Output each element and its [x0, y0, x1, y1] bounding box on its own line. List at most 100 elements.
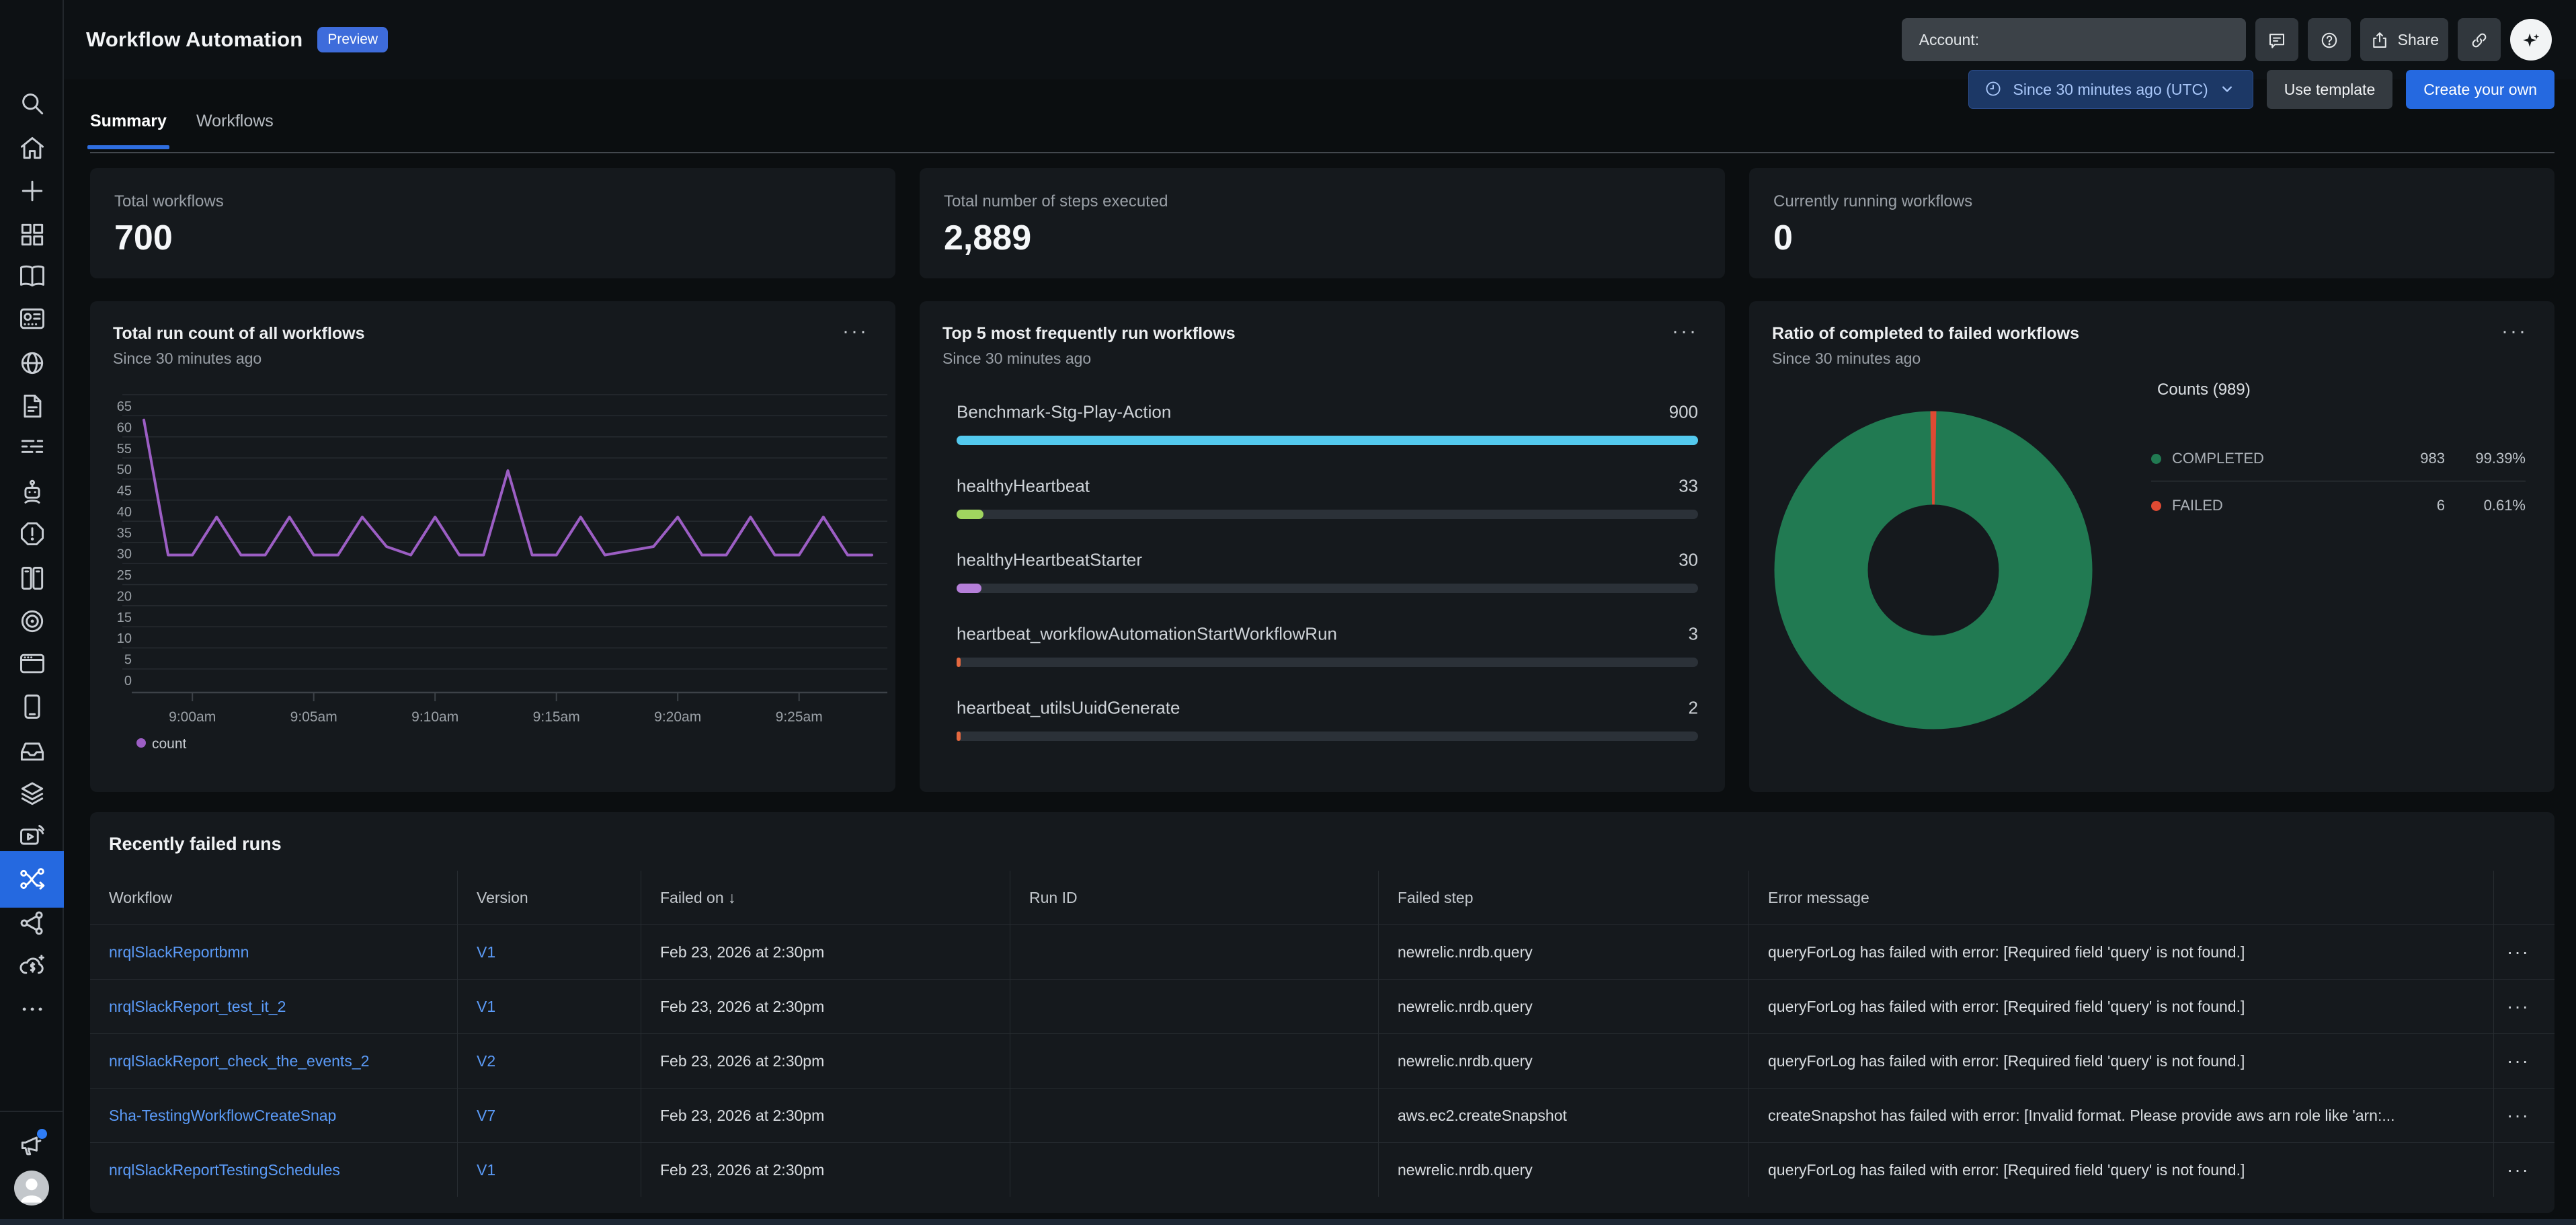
bottom-strip: [0, 1219, 2576, 1225]
failed-on-cell: Feb 23, 2026 at 2:30pm: [641, 1143, 1010, 1197]
ai-assistant-button[interactable]: [2510, 19, 2552, 61]
row-menu-button[interactable]: ···: [2494, 1034, 2554, 1088]
donut-legend-title: Counts (989): [2157, 381, 2251, 399]
legend-row-failed[interactable]: FAILED60.61%: [2151, 487, 2526, 524]
sidebar-item-entity-stack[interactable]: [0, 772, 64, 815]
column-header[interactable]: Workflow: [90, 871, 458, 924]
svg-text:0: 0: [124, 674, 132, 688]
bar-label: healthyHeartbeatStarter: [957, 550, 1142, 571]
tab-workflows[interactable]: Workflows: [196, 112, 274, 147]
failed-step-cell: newrelic.nrdb.query: [1379, 980, 1749, 1033]
run-id-cell: [1010, 1143, 1379, 1197]
sidebar-item-apps-grid[interactable]: [0, 213, 64, 256]
notification-dot: [37, 1129, 47, 1139]
sidebar-item-browse-globe[interactable]: [0, 342, 64, 385]
version-link[interactable]: V1: [477, 943, 495, 961]
sidebar-item-cloud-cost[interactable]: [0, 945, 64, 988]
tab-summary[interactable]: Summary: [90, 112, 167, 147]
bar-track: [957, 584, 1698, 593]
sort-desc-icon: ↓: [728, 889, 736, 906]
bar-label: heartbeat_utilsUuidGenerate: [957, 698, 1180, 719]
version-link[interactable]: V1: [477, 998, 495, 1015]
column-header[interactable]: Run ID: [1010, 871, 1379, 924]
failed-runs-card: Recently failed runs WorkflowVersionFail…: [90, 812, 2554, 1213]
failed-on-cell: Feb 23, 2026 at 2:30pm: [641, 1034, 1010, 1088]
failed-on-cell: Feb 23, 2026 at 2:30pm: [641, 925, 1010, 979]
account-selector[interactable]: Account:: [1902, 18, 2246, 61]
version-link[interactable]: V7: [477, 1107, 495, 1124]
sidebar-item-ai-assistant[interactable]: [0, 470, 64, 513]
page-title: Workflow Automation: [86, 28, 303, 52]
legend-percent: 99.39%: [2445, 450, 2526, 467]
sidebar-item-documents[interactable]: [0, 385, 64, 428]
account-label: Account:: [1919, 31, 1980, 49]
sidebar-item-workflow-automation[interactable]: [0, 851, 64, 908]
failed-step-cell: newrelic.nrdb.query: [1379, 1143, 1749, 1197]
sidebar-item-apm[interactable]: [0, 600, 64, 643]
workflow-link[interactable]: nrqlSlackReport_check_the_events_2: [109, 1052, 369, 1070]
row-menu-button[interactable]: ···: [2494, 1089, 2554, 1142]
sidebar-item-home[interactable]: [0, 126, 64, 169]
svg-text:9:00am: 9:00am: [169, 709, 216, 725]
donut-chart-card: Ratio of completed to failed workflows S…: [1749, 301, 2554, 792]
sidebar-item-alerts[interactable]: [0, 512, 64, 555]
legend-label: COMPLETED: [2172, 450, 2378, 467]
feedback-button[interactable]: [2255, 18, 2298, 61]
card-menu-button[interactable]: ···: [1672, 320, 1698, 343]
run-id-cell: [1010, 1034, 1379, 1088]
sidebar-item-service-map[interactable]: [0, 902, 64, 945]
legend-row-completed[interactable]: COMPLETED98399.39%: [2151, 440, 2526, 477]
copy-link-button[interactable]: [2458, 18, 2501, 61]
workflow-link[interactable]: nrqlSlackReport_test_it_2: [109, 998, 286, 1015]
column-header[interactable]: Error message: [1749, 871, 2494, 924]
row-menu-button[interactable]: ···: [2494, 980, 2554, 1033]
stat-label: Currently running workflows: [1773, 192, 1972, 211]
version-link[interactable]: V2: [477, 1052, 495, 1070]
use-template-button[interactable]: Use template: [2267, 70, 2393, 109]
create-your-own-button[interactable]: Create your own: [2406, 70, 2554, 109]
legend-percent: 0.61%: [2445, 497, 2526, 514]
column-header[interactable]: Version: [458, 871, 641, 924]
sidebar-item-logs[interactable]: [0, 426, 64, 469]
sidebar-item-inbox[interactable]: [0, 729, 64, 773]
sidebar-item-docs-book[interactable]: [0, 255, 64, 298]
user-avatar[interactable]: [14, 1171, 49, 1206]
column-header[interactable]: Failed on ↓: [641, 871, 1010, 924]
bar-value: 2: [1689, 698, 1698, 719]
svg-text:45: 45: [117, 484, 132, 499]
row-menu-button[interactable]: ···: [2494, 1143, 2554, 1197]
card-menu-button[interactable]: ···: [2501, 320, 2528, 343]
failed-step-cell: aws.ec2.createSnapshot: [1379, 1089, 1749, 1142]
chart-subtitle: Since 30 minutes ago: [1772, 350, 1921, 368]
sidebar-item-search[interactable]: [0, 82, 64, 125]
version-link[interactable]: V1: [477, 1161, 495, 1179]
help-icon: [2319, 30, 2339, 50]
sidebar-item-infrastructure[interactable]: [0, 557, 64, 600]
bar-track: [957, 732, 1698, 741]
share-label: Share: [2398, 31, 2439, 49]
sidebar-item-dashboards[interactable]: [0, 297, 64, 340]
workflow-link[interactable]: Sha-TestingWorkflowCreateSnap: [109, 1107, 336, 1124]
legend-dot: [2151, 501, 2161, 511]
run-id-cell: [1010, 925, 1379, 979]
help-button[interactable]: [2308, 18, 2351, 61]
sidebar-item-more[interactable]: [0, 988, 64, 1031]
error-message-cell: queryForLog has failed with error: [Requ…: [1749, 925, 2494, 979]
bar-fill: [957, 436, 1698, 445]
sidebar-item-announcements[interactable]: [0, 1123, 64, 1167]
sidebar-item-browser[interactable]: [0, 642, 64, 685]
stat-card-running-workflows: Currently running workflows 0: [1749, 168, 2554, 278]
workflow-link[interactable]: nrqlSlackReportTestingSchedules: [109, 1161, 340, 1179]
stat-value: 2,889: [944, 218, 1031, 258]
chart-subtitle: Since 30 minutes ago: [942, 350, 1091, 368]
column-header[interactable]: Failed step: [1379, 871, 1749, 924]
time-range-picker[interactable]: Since 30 minutes ago (UTC): [1968, 70, 2253, 109]
workflow-link[interactable]: nrqlSlackReportbmn: [109, 943, 249, 961]
line-chart-card: Total run count of all workflows Since 3…: [90, 301, 895, 792]
row-menu-button[interactable]: ···: [2494, 925, 2554, 979]
share-button[interactable]: Share: [2360, 18, 2448, 61]
link-icon: [2469, 30, 2489, 50]
sidebar-item-mobile[interactable]: [0, 685, 64, 728]
svg-text:5: 5: [124, 653, 132, 668]
sidebar-item-add[interactable]: [0, 169, 64, 212]
